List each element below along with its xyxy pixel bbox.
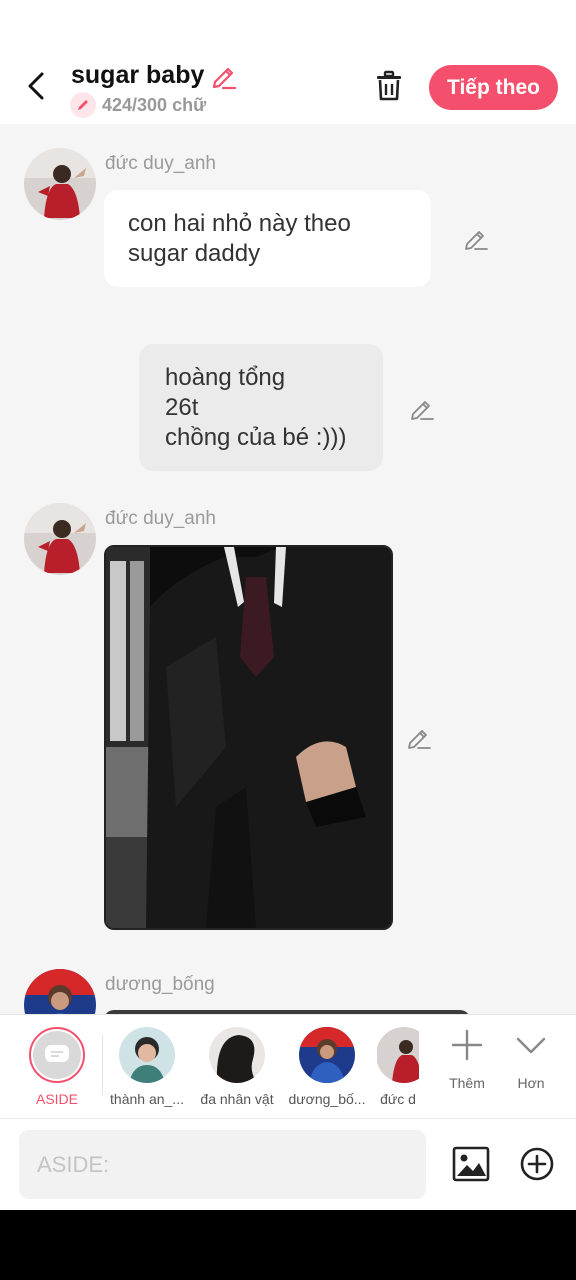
character-avatar [377, 1027, 419, 1083]
add-character-label: Thêm [449, 1075, 485, 1091]
back-button[interactable] [18, 66, 54, 106]
story-title-text: sugar baby [71, 61, 205, 89]
character-aside[interactable]: ASIDE [17, 1027, 97, 1107]
speaker-name: dương_bống [105, 974, 215, 995]
edit-message-icon[interactable] [406, 724, 432, 750]
add-button[interactable] [517, 1144, 557, 1184]
chat-area[interactable]: đức duy_anh con hai nhỏ này theo sugar d… [0, 124, 576, 1014]
trash-icon [377, 70, 401, 101]
aside-avatar [29, 1027, 85, 1083]
character-name: đức d [380, 1091, 416, 1107]
avatar[interactable] [24, 148, 96, 220]
character-name: đa nhân vật [200, 1091, 274, 1107]
word-count-row: 424/300 chữ [70, 92, 206, 118]
divider [102, 1035, 103, 1095]
avatar[interactable] [24, 969, 96, 1014]
top-header: sugar baby 424/300 chữ Tiếp theo [0, 0, 576, 124]
message-line: sugar daddy [128, 240, 261, 267]
insert-image-button[interactable] [450, 1143, 492, 1185]
next-button[interactable]: Tiếp theo [429, 65, 558, 110]
character-name: dương_bố... [288, 1091, 366, 1107]
chevron-down-icon [516, 1037, 546, 1054]
avatar[interactable] [24, 503, 96, 575]
message-line: 26t [165, 394, 199, 421]
add-character-button[interactable]: Thêm [437, 1029, 497, 1091]
message-line: con hai nhỏ này theo [128, 210, 351, 237]
word-count: 424/300 chữ [102, 94, 207, 115]
character-avatar [119, 1027, 175, 1083]
image-icon [452, 1146, 490, 1182]
speaker-name: đức duy_anh [105, 153, 216, 174]
plus-icon [451, 1029, 483, 1061]
pencil-icon[interactable] [210, 62, 238, 90]
character-name: ASIDE [35, 1091, 78, 1107]
story-title[interactable]: sugar baby [71, 61, 238, 90]
message-bubble[interactable]: con hai nhỏ này theo sugar daddy [104, 190, 431, 287]
system-nav-bar [0, 1210, 576, 1280]
character-item[interactable]: thành an_... [107, 1027, 187, 1107]
narration-bubble[interactable]: hoàng tổng 26t chồng của bé :))) [139, 344, 383, 471]
speaker-name: đức duy_anh [105, 508, 216, 529]
character-item[interactable]: đa nhân vật [197, 1027, 277, 1107]
character-name: thành an_... [110, 1091, 184, 1107]
message-image[interactable] [104, 545, 393, 930]
character-avatar [299, 1027, 355, 1083]
character-item[interactable]: dương_bố... [287, 1027, 367, 1107]
message-line: chồng của bé :))) [165, 424, 347, 451]
chat-bubble-icon [45, 1045, 69, 1062]
expand-label: Hơn [517, 1075, 545, 1091]
delete-button[interactable] [372, 68, 406, 104]
message-composer [0, 1118, 576, 1210]
add-circle-icon [520, 1147, 554, 1181]
message-input[interactable] [19, 1130, 426, 1199]
character-item[interactable]: đức d [377, 1027, 419, 1107]
message-line: hoàng tổng [165, 364, 286, 391]
edit-message-icon[interactable] [463, 225, 489, 251]
pen-badge-icon [70, 92, 96, 118]
edit-message-icon[interactable] [409, 395, 435, 421]
back-arrow-icon [28, 72, 44, 100]
character-selector: ASIDE thành an_... đa nhân vật dương_bố.… [0, 1014, 576, 1118]
character-avatar [209, 1027, 265, 1083]
expand-characters-button[interactable]: Hơn [501, 1029, 561, 1091]
